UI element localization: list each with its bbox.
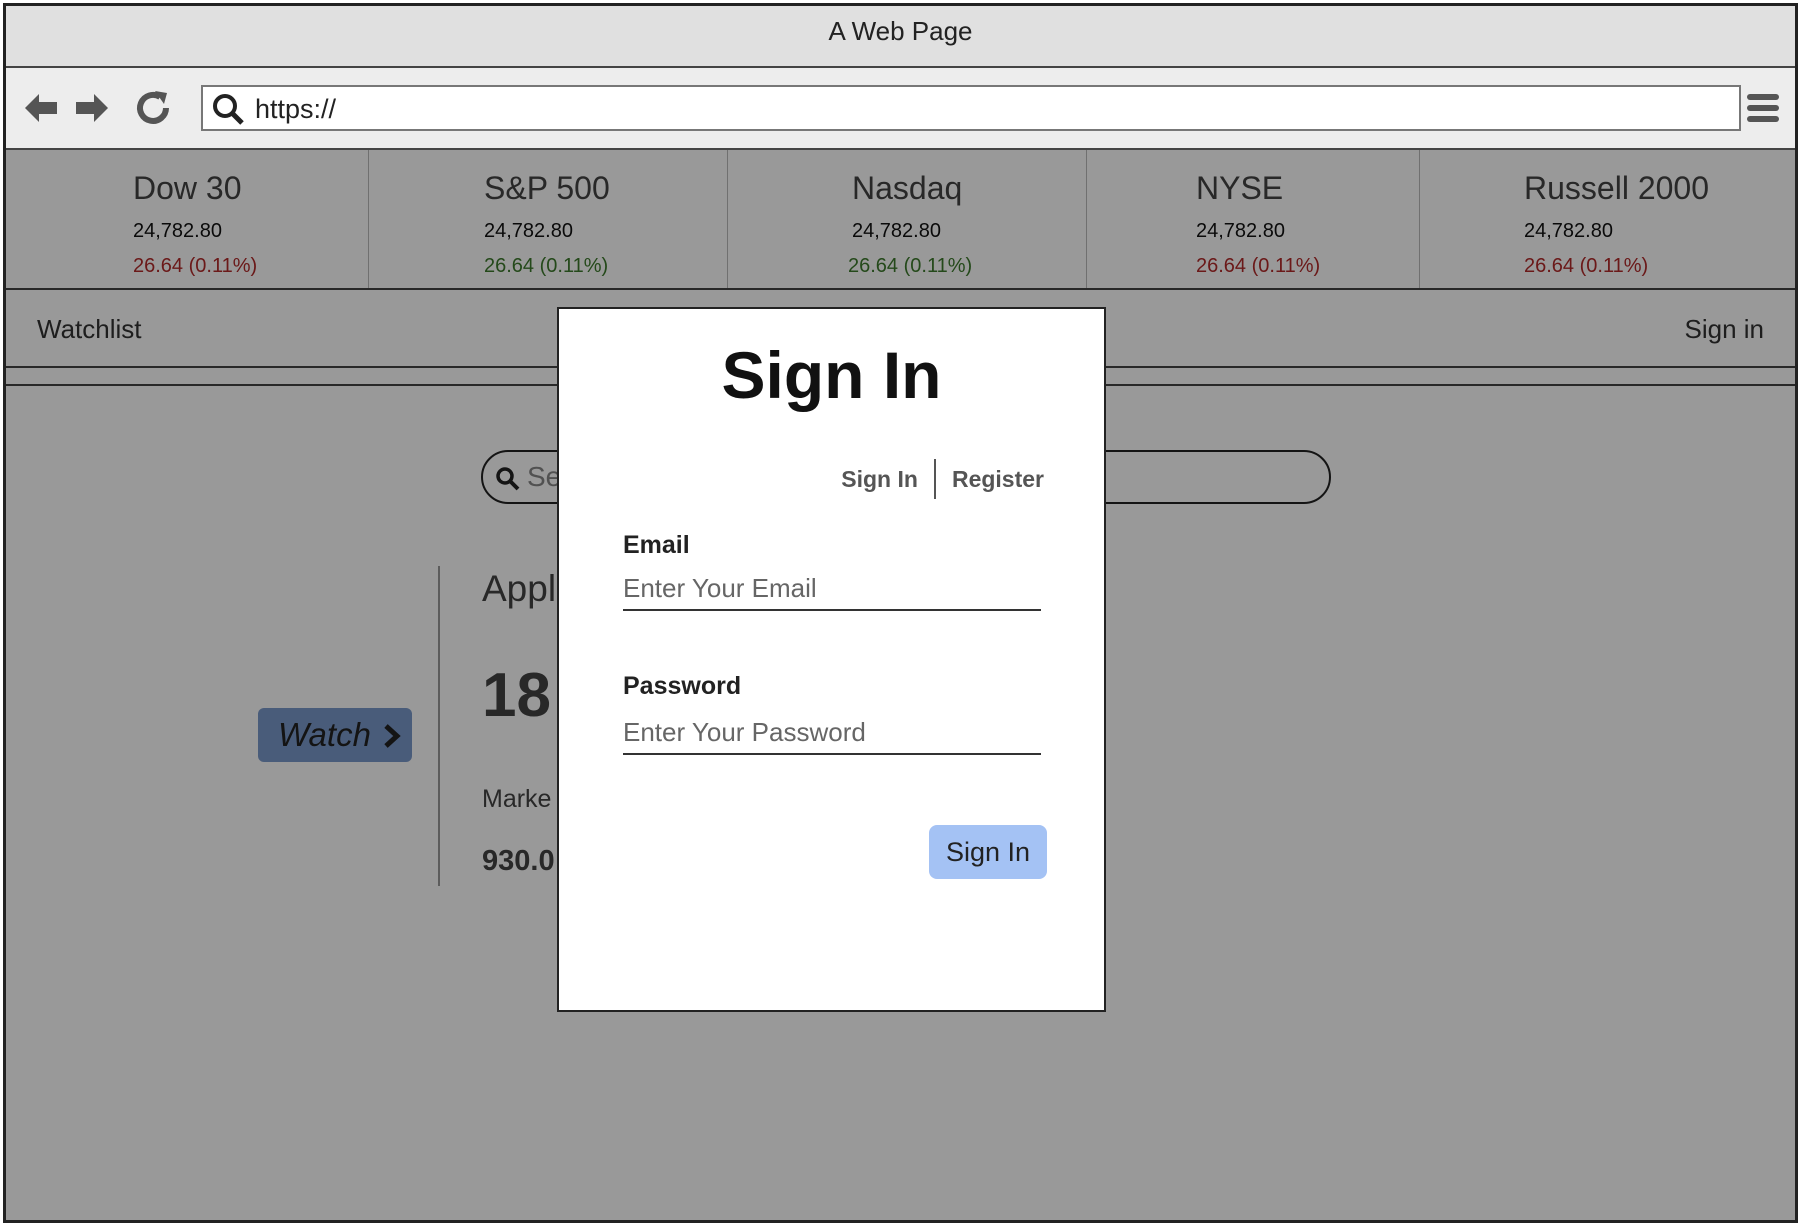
back-arrow-icon[interactable]	[21, 88, 61, 128]
url-input[interactable]	[253, 91, 1727, 127]
hamburger-menu-icon[interactable]	[1745, 90, 1781, 126]
email-field[interactable]	[623, 567, 1041, 611]
forward-arrow-icon[interactable]	[72, 88, 112, 128]
tab-signin[interactable]: Sign In	[841, 466, 918, 493]
search-icon	[213, 94, 244, 125]
modal-title: Sign In	[721, 338, 942, 412]
reload-icon[interactable]	[133, 88, 173, 128]
window-title: A Web Page	[6, 6, 1795, 68]
email-label: Email	[623, 531, 690, 559]
password-field[interactable]	[623, 711, 1041, 755]
signin-submit-button[interactable]: Sign In	[929, 825, 1047, 879]
signin-modal: Sign In Sign In Register Email Password …	[557, 307, 1106, 1012]
browser-window: A Web Page Dow 30 24,782.80 26.64 (0.11%…	[3, 3, 1798, 1223]
tab-register[interactable]: Register	[952, 466, 1044, 493]
browser-toolbar	[6, 68, 1795, 150]
modal-tabs: Sign In Register	[841, 459, 1044, 499]
tab-separator	[933, 459, 936, 499]
password-label: Password	[623, 672, 742, 700]
address-bar[interactable]	[201, 85, 1741, 131]
